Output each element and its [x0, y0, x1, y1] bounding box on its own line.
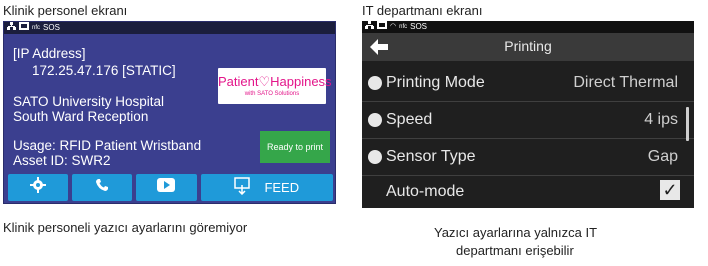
right-screen-caption: IT departmanı ekranı	[362, 3, 483, 18]
ready-to-print-status: Ready to print	[260, 131, 330, 163]
page-title: Printing	[504, 38, 552, 54]
asset-id: Asset ID: SWR2	[13, 153, 111, 168]
status-bar: nfc SOS	[4, 22, 335, 34]
left-bottom-caption: Klinik personeli yazıcı ayarlarını görem…	[3, 220, 248, 235]
call-button[interactable]	[72, 174, 133, 201]
button-bar: FEED	[4, 174, 335, 203]
pencil-icon	[368, 113, 382, 127]
pencil-icon	[368, 150, 382, 164]
it-department-screen: ◠ nfc SOS Printing Printing Mode Direct …	[362, 21, 694, 208]
auto-mode-checkbox[interactable]: ✓	[660, 180, 680, 200]
card-icon	[377, 21, 387, 33]
sos-indicator: SOS	[43, 23, 60, 32]
right-bottom-caption-2: departmanı erişebilir	[456, 243, 574, 258]
setting-row-auto-mode[interactable]: Auto-mode ✓	[362, 174, 694, 208]
left-screen-caption: Klinik personel ekranı	[3, 3, 128, 18]
setting-row-speed[interactable]: Speed 4 ips	[362, 102, 694, 138]
nfc-icon: nfc	[399, 24, 408, 30]
status-bar: ◠ nfc SOS	[362, 21, 694, 33]
settings-button[interactable]	[8, 174, 69, 201]
right-bottom-caption-1: Yazıcı ayarlarına yalnızca IT	[434, 225, 598, 240]
phone-icon	[95, 178, 109, 197]
play-icon	[157, 178, 176, 197]
setting-label: Sensor Type	[386, 148, 476, 165]
network-icon	[365, 21, 374, 33]
card-icon	[19, 22, 29, 34]
logo-subtext: with SATO Solutions	[244, 91, 300, 97]
ip-label: [IP Address]	[13, 46, 86, 61]
sos-indicator: SOS	[410, 22, 428, 31]
printing-header: Printing	[362, 33, 694, 61]
feed-icon	[234, 177, 251, 198]
scrollbar[interactable]	[686, 107, 689, 141]
setting-value: Gap	[647, 148, 678, 165]
nfc-icon: nfc	[32, 25, 41, 31]
setting-value: Direct Thermal	[573, 74, 678, 91]
wifi-icon: ◠	[390, 23, 397, 30]
setting-value: 4 ips	[644, 111, 678, 128]
setting-row-sensor-type[interactable]: Sensor Type Gap	[362, 139, 694, 175]
setting-label: Printing Mode	[386, 74, 485, 91]
setting-row-printing-mode[interactable]: Printing Mode Direct Thermal	[362, 65, 694, 101]
setting-label: Speed	[386, 111, 433, 128]
ip-value: 172.25.47.176 [STATIC]	[32, 63, 176, 78]
hospital-name: SATO University Hospital	[13, 94, 165, 109]
clinical-staff-screen: nfc SOS [IP Address] 172.25.47.176 [STAT…	[3, 21, 336, 204]
reception-name: South Ward Reception	[13, 109, 149, 124]
gear-icon	[30, 177, 47, 198]
feed-label: FEED	[264, 180, 300, 195]
patient-happiness-logo: Patient♡Happiness with SATO Solutions	[218, 68, 332, 104]
network-icon	[7, 22, 16, 34]
pencil-icon	[368, 76, 382, 90]
usage-text: Usage: RFID Patient Wristband	[13, 138, 202, 153]
setting-label: Auto-mode	[386, 183, 465, 200]
logo-text: Patient♡Happiness	[218, 74, 332, 89]
video-button[interactable]	[136, 174, 197, 201]
feed-button[interactable]: FEED	[200, 174, 333, 201]
